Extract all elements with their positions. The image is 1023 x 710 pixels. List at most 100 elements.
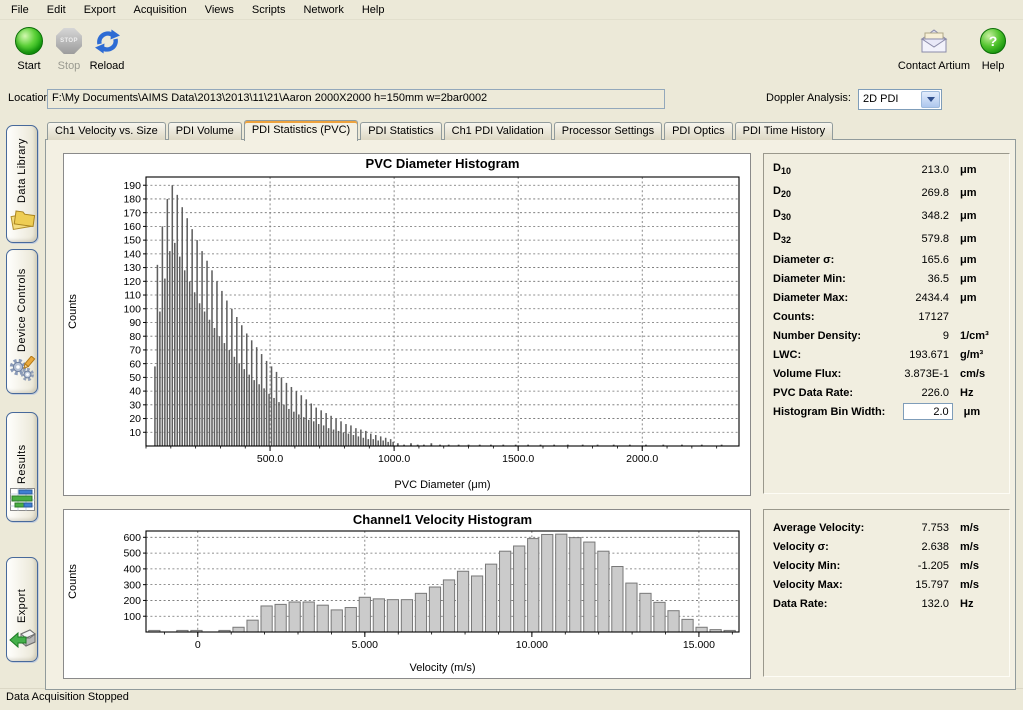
svg-text:40: 40: [129, 386, 141, 398]
diameter-statistics-panel: D10213.0μmD20269.8μmD30348.2μmD32579.8μm…: [763, 153, 1010, 494]
menu-item-help[interactable]: Help: [353, 2, 394, 18]
svg-text:120: 120: [123, 276, 141, 288]
menu-item-file[interactable]: File: [2, 2, 38, 18]
stat-label: Diameter Max:: [773, 292, 875, 304]
stat-row-average-velocity: Average Velocity:7.753m/s: [764, 518, 1009, 537]
stat-value: 132.0: [875, 598, 949, 610]
svg-text:190: 190: [123, 180, 141, 192]
tab-pdi-time-history[interactable]: PDI Time History: [735, 122, 834, 140]
svg-text:600: 600: [123, 532, 141, 544]
location-field[interactable]: F:\My Documents\AIMS Data\2013\2013\11\2…: [47, 89, 665, 109]
stat-row-counts: Counts:17127: [764, 307, 1009, 326]
svg-text:10.000: 10.000: [516, 639, 548, 651]
reload-button[interactable]: Reload: [82, 26, 132, 72]
tab-pdi-optics[interactable]: PDI Optics: [664, 122, 733, 140]
svg-text:10: 10: [129, 427, 141, 439]
svg-text:2000.0: 2000.0: [626, 453, 658, 465]
status-bar: Data Acquisition Stopped: [0, 688, 1023, 710]
svg-text:100: 100: [123, 303, 141, 315]
menu-item-scripts[interactable]: Scripts: [243, 2, 295, 18]
stat-label: LWC:: [773, 349, 875, 361]
svg-text:140: 140: [123, 248, 141, 260]
tab-pdi-volume[interactable]: PDI Volume: [168, 122, 242, 140]
stat-value: 3.873E-1: [875, 368, 949, 380]
tab-bar: Ch1 Velocity vs. SizePDI VolumePDI Stati…: [47, 120, 835, 140]
svg-text:110: 110: [124, 290, 141, 302]
stat-unit: Hz: [960, 387, 1000, 399]
tab-pdi-statistics[interactable]: PDI Statistics: [360, 122, 441, 140]
svg-text:400: 400: [123, 563, 141, 575]
menu-item-export[interactable]: Export: [75, 2, 125, 18]
sidebar-item-data-library[interactable]: Data Library: [6, 125, 38, 243]
sidebar-item-device-controls[interactable]: Device Controls: [6, 249, 38, 394]
aims-application-window: FileEditExportAcquisitionViewsScriptsNet…: [0, 0, 1023, 710]
stat-row-velocity: Velocity σ:2.638m/s: [764, 537, 1009, 556]
stat-value: 2434.4: [875, 292, 949, 304]
menu-item-network[interactable]: Network: [294, 2, 352, 18]
stat-label: Average Velocity:: [773, 522, 875, 534]
sidebar-item-export[interactable]: Export: [6, 557, 38, 662]
menu-item-acquisition[interactable]: Acquisition: [125, 2, 196, 18]
svg-text:15.000: 15.000: [683, 639, 715, 651]
contact-artium-button[interactable]: Contact Artium: [893, 26, 975, 72]
stat-label: D30: [773, 208, 875, 222]
sidebar-item-results[interactable]: Results: [6, 412, 38, 522]
histogram-bin-width-input[interactable]: [903, 403, 953, 420]
stat-row-d10: D10213.0μm: [764, 158, 1009, 181]
tab-ch1-pdi-validation[interactable]: Ch1 PDI Validation: [444, 122, 552, 140]
svg-text:30: 30: [129, 399, 141, 411]
stat-unit: μm: [960, 273, 1000, 285]
stat-unit: m/s: [960, 560, 1000, 572]
stat-label: Counts:: [773, 311, 875, 323]
svg-text:Velocity (m/s): Velocity (m/s): [409, 662, 475, 674]
velocity-statistics-panel: Average Velocity:7.753m/sVelocity σ:2.63…: [763, 509, 1010, 677]
combo-dropdown-button[interactable]: [921, 91, 940, 108]
stat-unit: μm: [960, 187, 1000, 199]
svg-text:70: 70: [129, 345, 141, 357]
stat-label: Diameter σ:: [773, 254, 875, 266]
svg-text:1500.0: 1500.0: [502, 453, 534, 465]
export-arrow-icon: [8, 627, 36, 654]
stat-label: Velocity Min:: [773, 560, 875, 572]
menu-bar: FileEditExportAcquisitionViewsScriptsNet…: [0, 0, 1023, 20]
stat-value: 165.6: [875, 254, 949, 266]
folders-icon: [9, 207, 36, 235]
stat-unit: 1/cm³: [960, 330, 1000, 342]
stat-row-d20: D20269.8μm: [764, 181, 1009, 204]
svg-text:Counts: Counts: [67, 564, 79, 599]
svg-text:PVC Diameter (μm): PVC Diameter (μm): [394, 479, 490, 491]
menu-item-views[interactable]: Views: [196, 2, 243, 18]
status-text: Data Acquisition Stopped: [6, 691, 129, 703]
stat-unit: μm: [960, 292, 1000, 304]
tab-ch1-velocity-vs-size[interactable]: Ch1 Velocity vs. Size: [47, 122, 166, 140]
tab-processor-settings[interactable]: Processor Settings: [554, 122, 662, 140]
svg-text:160: 160: [123, 221, 141, 233]
stat-unit: μm: [960, 233, 1000, 245]
stat-label: D20: [773, 185, 875, 199]
svg-text:Channel1 Velocity Histogram: Channel1 Velocity Histogram: [353, 512, 532, 527]
stat-row-pvc-data-rate: PVC Data Rate:226.0Hz: [764, 383, 1009, 402]
svg-text:1000.0: 1000.0: [378, 453, 410, 465]
tab-pdi-statistics-pvc[interactable]: PDI Statistics (PVC): [244, 120, 358, 141]
stat-value: 193.671: [875, 349, 949, 361]
help-button[interactable]: ? Help: [972, 26, 1014, 72]
stat-value: 2.638: [875, 541, 949, 553]
stat-row-diameter-min: Diameter Min:36.5μm: [764, 269, 1009, 288]
stat-unit: μm: [964, 406, 1000, 418]
menu-item-edit[interactable]: Edit: [38, 2, 75, 18]
svg-text:5.000: 5.000: [352, 639, 378, 651]
svg-text:PVC Diameter Histogram: PVC Diameter Histogram: [366, 156, 520, 171]
stat-unit: Hz: [960, 598, 1000, 610]
svg-text:80: 80: [129, 331, 141, 343]
doppler-analysis-select[interactable]: 2D PDI: [858, 89, 942, 110]
stat-value: 348.2: [875, 210, 949, 222]
svg-text:150: 150: [123, 235, 141, 247]
stop-icon: STOP: [56, 28, 82, 54]
stat-unit: m/s: [960, 522, 1000, 534]
stat-unit: cm/s: [960, 368, 1000, 380]
stat-row-d32: D32579.8μm: [764, 227, 1009, 250]
svg-text:170: 170: [123, 207, 141, 219]
stat-label: Number Density:: [773, 330, 875, 342]
stat-row-diameter: Diameter σ:165.6μm: [764, 250, 1009, 269]
stat-label: Velocity Max:: [773, 579, 875, 591]
